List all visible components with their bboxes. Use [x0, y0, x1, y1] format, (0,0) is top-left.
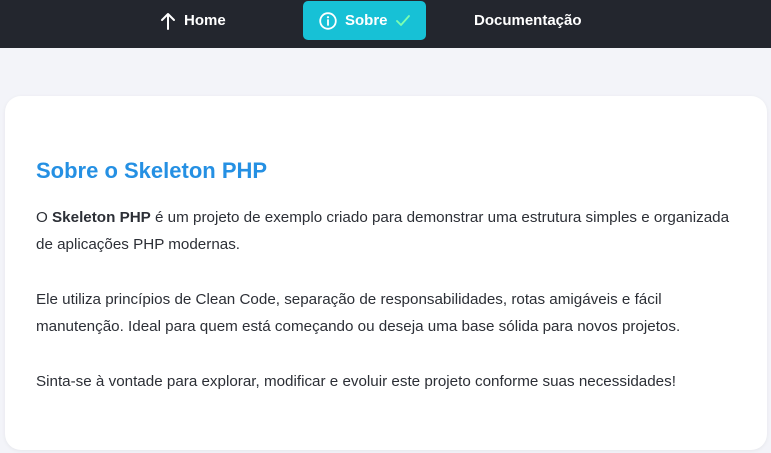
nav-home-link[interactable]: Home: [160, 1, 280, 40]
nav-sobre-label: Sobre: [345, 12, 388, 29]
nav-docs-label: Documentação: [474, 12, 582, 29]
closing-paragraph: Sinta-se à vontade para explorar, modifi…: [36, 373, 676, 390]
intro-prefix: O: [36, 209, 53, 226]
arrow-up-icon: [160, 12, 176, 30]
check-icon: [395, 14, 410, 27]
nav-sobre-link[interactable]: Sobre: [303, 1, 426, 40]
principles-paragraph: Ele utiliza princípios de Clean Code, se…: [36, 291, 681, 335]
project-name: Skeleton PHP: [52, 209, 151, 226]
page-title: Sobre o Skeleton PHP: [36, 158, 268, 183]
nav-home-label: Home: [184, 12, 226, 29]
top-navbar: Home Sobre Documentação: [0, 0, 771, 48]
content-card: Sobre o Skeleton PHP O Skeleton PHP é um…: [5, 96, 767, 450]
info-circle-icon: [319, 11, 337, 30]
intro-paragraph: O Skeleton PHP é um projeto de exemplo c…: [36, 204, 736, 258]
nav-docs-link[interactable]: Documentação: [474, 1, 624, 40]
